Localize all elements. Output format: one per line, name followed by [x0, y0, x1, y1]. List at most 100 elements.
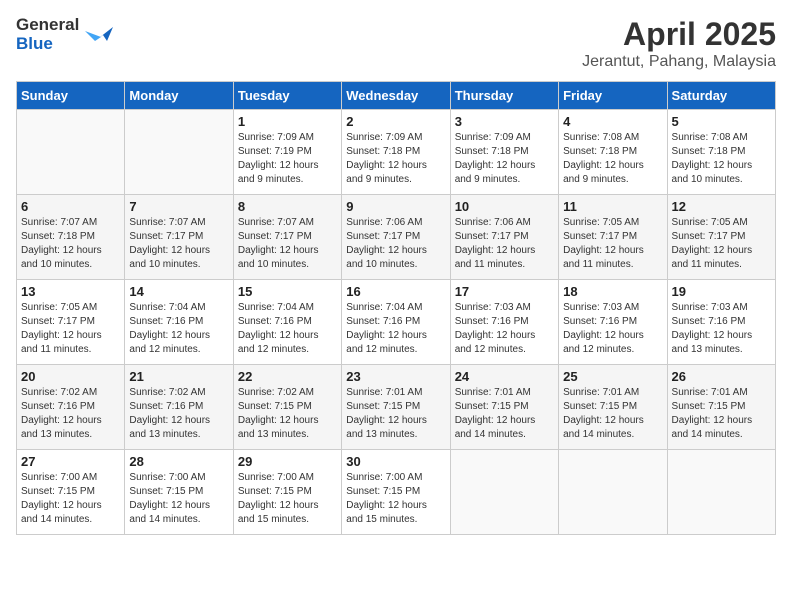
- day-number: 22: [238, 369, 337, 384]
- day-cell: 5 Sunrise: 7:08 AM Sunset: 7:18 PM Daylig…: [667, 110, 775, 195]
- cell-info: Sunrise: 7:00 AM Sunset: 7:15 PM Dayligh…: [346, 471, 445, 527]
- day-number: 29: [238, 454, 337, 469]
- subtitle: Jerantut, Pahang, Malaysia: [582, 53, 776, 71]
- week-row-3: 13 Sunrise: 7:05 AM Sunset: 7:17 PM Dayli…: [17, 280, 776, 365]
- day-cell: 20 Sunrise: 7:02 AM Sunset: 7:16 PM Dayli…: [17, 365, 125, 450]
- cell-info: Sunrise: 7:07 AM Sunset: 7:17 PM Dayligh…: [129, 216, 228, 272]
- day-cell: 9Sunrise: 7:06 AM Sunset: 7:17 PM Daylig…: [342, 195, 450, 280]
- day-cell: 29Sunrise: 7:00 AM Sunset: 7:15 PM Dayli…: [233, 450, 341, 535]
- cell-info: Sunrise: 7:04 AM Sunset: 7:16 PM Dayligh…: [346, 301, 445, 357]
- cell-info: Sunrise: 7:04 AM Sunset: 7:16 PM Dayligh…: [238, 301, 337, 357]
- day-cell: 19 Sunrise: 7:03 AM Sunset: 7:16 PM Dayli…: [667, 280, 775, 365]
- header-thursday: Thursday: [450, 82, 558, 110]
- week-row-5: 27 Sunrise: 7:00 AM Sunset: 7:15 PM Dayli…: [17, 450, 776, 535]
- day-number: 9: [346, 199, 445, 214]
- day-cell: 25 Sunrise: 7:01 AM Sunset: 7:15 PM Dayli…: [559, 365, 667, 450]
- header-saturday: Saturday: [667, 82, 775, 110]
- day-cell: 28Sunrise: 7:00 AM Sunset: 7:15 PM Dayli…: [125, 450, 233, 535]
- week-row-1: 1Sunrise: 7:09 AM Sunset: 7:19 PM Daylig…: [17, 110, 776, 195]
- day-cell: 22Sunrise: 7:02 AM Sunset: 7:15 PM Dayli…: [233, 365, 341, 450]
- cell-info: Sunrise: 7:01 AM Sunset: 7:15 PM Dayligh…: [563, 386, 662, 442]
- logo-general: General: [16, 16, 79, 35]
- header-monday: Monday: [125, 82, 233, 110]
- day-cell: 16 Sunrise: 7:04 AM Sunset: 7:16 PM Dayli…: [342, 280, 450, 365]
- day-cell: 30 Sunrise: 7:00 AM Sunset: 7:15 PM Dayli…: [342, 450, 450, 535]
- day-number: 3: [455, 114, 554, 129]
- day-number: 16: [346, 284, 445, 299]
- day-number: 18: [563, 284, 662, 299]
- cell-info: Sunrise: 7:07 AM Sunset: 7:18 PM Dayligh…: [21, 216, 120, 272]
- day-cell: 6Sunrise: 7:07 AM Sunset: 7:18 PM Daylig…: [17, 195, 125, 280]
- day-cell: 17 Sunrise: 7:03 AM Sunset: 7:16 PM Dayli…: [450, 280, 558, 365]
- day-cell: [17, 110, 125, 195]
- day-cell: 13 Sunrise: 7:05 AM Sunset: 7:17 PM Dayli…: [17, 280, 125, 365]
- header-wednesday: Wednesday: [342, 82, 450, 110]
- cell-info: Sunrise: 7:06 AM Sunset: 7:17 PM Dayligh…: [455, 216, 554, 272]
- day-cell: 24Sunrise: 7:01 AM Sunset: 7:15 PM Dayli…: [450, 365, 558, 450]
- day-cell: 3 Sunrise: 7:09 AM Sunset: 7:18 PM Daylig…: [450, 110, 558, 195]
- header-friday: Friday: [559, 82, 667, 110]
- header-tuesday: Tuesday: [233, 82, 341, 110]
- day-cell: 18 Sunrise: 7:03 AM Sunset: 7:16 PM Dayli…: [559, 280, 667, 365]
- day-number: 19: [672, 284, 771, 299]
- day-number: 23: [346, 369, 445, 384]
- day-number: 20: [21, 369, 120, 384]
- cell-info: Sunrise: 7:01 AM Sunset: 7:15 PM Dayligh…: [346, 386, 445, 442]
- day-cell: 27Sunrise: 7:00 AM Sunset: 7:15 PM Dayli…: [17, 450, 125, 535]
- day-number: 13: [21, 284, 120, 299]
- day-number: 30: [346, 454, 445, 469]
- calendar-table: SundayMondayTuesdayWednesdayThursdayFrid…: [16, 81, 776, 535]
- day-number: 15: [238, 284, 337, 299]
- header-sunday: Sunday: [17, 82, 125, 110]
- logo-bird-icon: [85, 21, 115, 49]
- day-cell: [667, 450, 775, 535]
- cell-info: Sunrise: 7:08 AM Sunset: 7:18 PM Dayligh…: [563, 131, 662, 187]
- cell-info: Sunrise: 7:05 AM Sunset: 7:17 PM Dayligh…: [21, 301, 120, 357]
- cell-info: Sunrise: 7:05 AM Sunset: 7:17 PM Dayligh…: [672, 216, 771, 272]
- day-number: 17: [455, 284, 554, 299]
- day-cell: 14 Sunrise: 7:04 AM Sunset: 7:16 PM Dayli…: [125, 280, 233, 365]
- cell-info: Sunrise: 7:01 AM Sunset: 7:15 PM Dayligh…: [672, 386, 771, 442]
- cell-info: Sunrise: 7:09 AM Sunset: 7:18 PM Dayligh…: [346, 131, 445, 187]
- day-number: 5: [672, 114, 771, 129]
- day-number: 11: [563, 199, 662, 214]
- day-number: 27: [21, 454, 120, 469]
- day-cell: 12 Sunrise: 7:05 AM Sunset: 7:17 PM Dayli…: [667, 195, 775, 280]
- cell-info: Sunrise: 7:07 AM Sunset: 7:17 PM Dayligh…: [238, 216, 337, 272]
- day-cell: [125, 110, 233, 195]
- cell-info: Sunrise: 7:09 AM Sunset: 7:19 PM Dayligh…: [238, 131, 337, 187]
- day-cell: 26Sunrise: 7:01 AM Sunset: 7:15 PM Dayli…: [667, 365, 775, 450]
- cell-info: Sunrise: 7:04 AM Sunset: 7:16 PM Dayligh…: [129, 301, 228, 357]
- week-row-4: 20 Sunrise: 7:02 AM Sunset: 7:16 PM Dayli…: [17, 365, 776, 450]
- cell-info: Sunrise: 7:03 AM Sunset: 7:16 PM Dayligh…: [672, 301, 771, 357]
- logo: General Blue: [16, 16, 115, 53]
- cell-info: Sunrise: 7:02 AM Sunset: 7:16 PM Dayligh…: [21, 386, 120, 442]
- cell-info: Sunrise: 7:01 AM Sunset: 7:15 PM Dayligh…: [455, 386, 554, 442]
- day-cell: 7 Sunrise: 7:07 AM Sunset: 7:17 PM Daylig…: [125, 195, 233, 280]
- calendar-header-row: SundayMondayTuesdayWednesdayThursdayFrid…: [17, 82, 776, 110]
- day-cell: 8 Sunrise: 7:07 AM Sunset: 7:17 PM Daylig…: [233, 195, 341, 280]
- cell-info: Sunrise: 7:08 AM Sunset: 7:18 PM Dayligh…: [672, 131, 771, 187]
- day-cell: 21Sunrise: 7:02 AM Sunset: 7:16 PM Dayli…: [125, 365, 233, 450]
- day-number: 25: [563, 369, 662, 384]
- day-number: 21: [129, 369, 228, 384]
- day-cell: 2 Sunrise: 7:09 AM Sunset: 7:18 PM Daylig…: [342, 110, 450, 195]
- logo-blue: Blue: [16, 35, 79, 54]
- cell-info: Sunrise: 7:03 AM Sunset: 7:16 PM Dayligh…: [455, 301, 554, 357]
- day-number: 12: [672, 199, 771, 214]
- cell-info: Sunrise: 7:00 AM Sunset: 7:15 PM Dayligh…: [129, 471, 228, 527]
- day-number: 8: [238, 199, 337, 214]
- header: General Blue April 2025 Jerantut, Pahang…: [16, 16, 776, 71]
- cell-info: Sunrise: 7:09 AM Sunset: 7:18 PM Dayligh…: [455, 131, 554, 187]
- cell-info: Sunrise: 7:03 AM Sunset: 7:16 PM Dayligh…: [563, 301, 662, 357]
- day-number: 7: [129, 199, 228, 214]
- week-row-2: 6Sunrise: 7:07 AM Sunset: 7:18 PM Daylig…: [17, 195, 776, 280]
- day-cell: 23 Sunrise: 7:01 AM Sunset: 7:15 PM Dayli…: [342, 365, 450, 450]
- day-cell: 10Sunrise: 7:06 AM Sunset: 7:17 PM Dayli…: [450, 195, 558, 280]
- cell-info: Sunrise: 7:05 AM Sunset: 7:17 PM Dayligh…: [563, 216, 662, 272]
- day-cell: [450, 450, 558, 535]
- day-number: 2: [346, 114, 445, 129]
- day-number: 14: [129, 284, 228, 299]
- month-title: April 2025: [582, 16, 776, 53]
- day-cell: 4Sunrise: 7:08 AM Sunset: 7:18 PM Daylig…: [559, 110, 667, 195]
